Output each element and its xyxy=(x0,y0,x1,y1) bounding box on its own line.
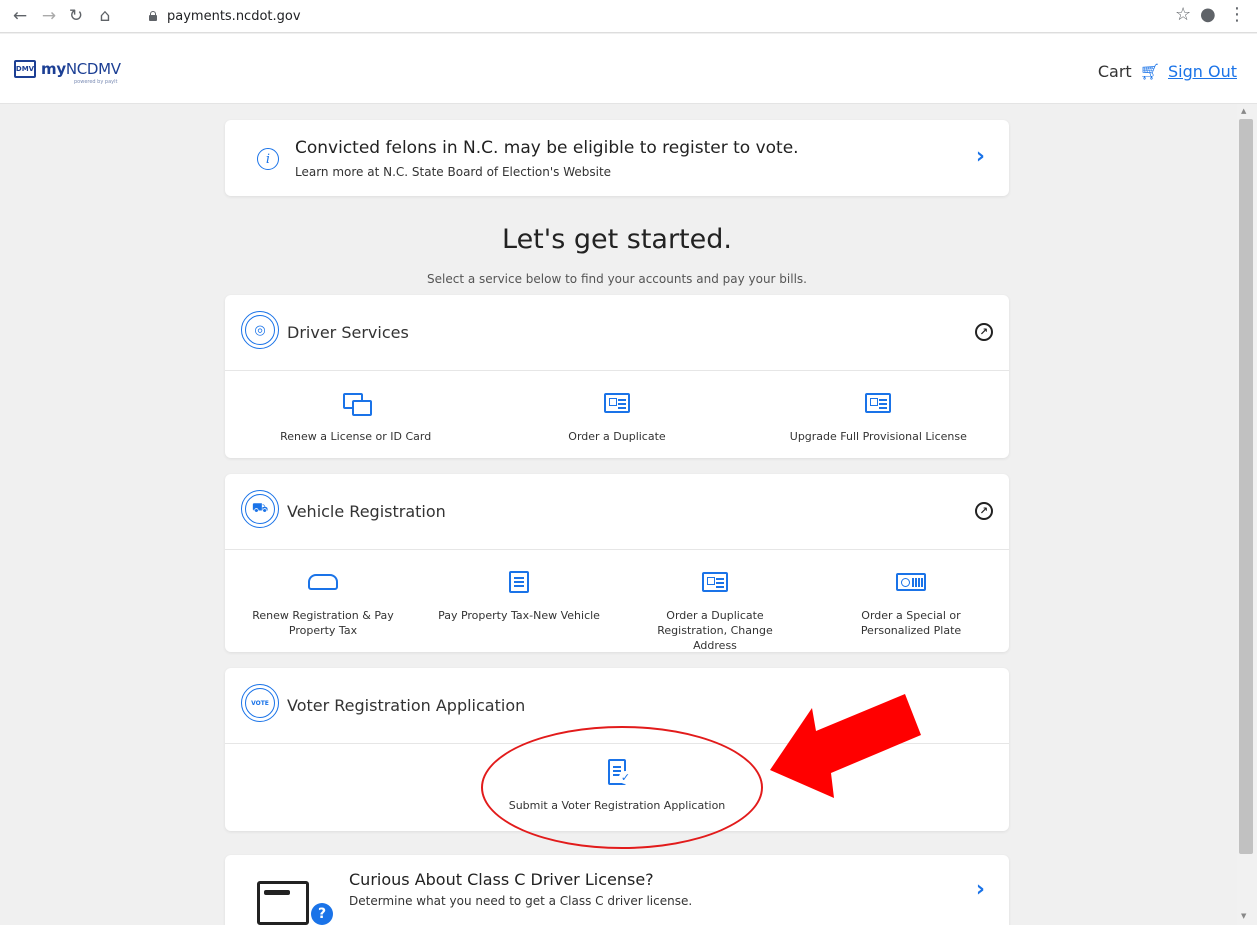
site-header: DMV myNCDMV powered by paylt Cart 🛒︎ Sig… xyxy=(0,34,1257,104)
license-plate-icon xyxy=(896,573,926,591)
car-icon: ⛟ xyxy=(241,490,279,528)
page-title: Let's get started. xyxy=(502,224,732,255)
service-label: Order a Special or Personalized Plate xyxy=(860,609,962,637)
service-property-tax[interactable]: Pay Property Tax-New Vehicle xyxy=(421,550,617,653)
logo-text: myNCDMV xyxy=(41,60,121,78)
section-title: Voter Registration Application xyxy=(287,696,526,715)
steering-wheel-icon: ◎ xyxy=(241,311,279,349)
profile-icon[interactable]: ● xyxy=(1200,4,1216,25)
cart-link[interactable]: Cart xyxy=(1098,62,1132,81)
promo-subtitle: Determine what you need to get a Class C… xyxy=(349,894,693,908)
service-order-duplicate[interactable]: Order a Duplicate xyxy=(486,371,747,444)
lock-icon xyxy=(149,11,157,21)
back-icon[interactable]: ← xyxy=(8,4,32,28)
chevron-right-icon[interactable]: › xyxy=(976,877,985,902)
info-icon: i xyxy=(257,148,279,170)
vehicle-registration-header[interactable]: ⛟ Vehicle Registration ↗ xyxy=(225,474,1009,550)
url-text: payments.ncdot.gov xyxy=(167,8,301,24)
page-scrollbar[interactable]: ▲ ▼ xyxy=(1237,104,1257,925)
cart-icon[interactable]: 🛒︎ xyxy=(1140,62,1160,81)
annotation-arrow-icon xyxy=(770,694,921,798)
service-special-plate[interactable]: Order a Special or Personalized Plate xyxy=(813,550,1009,653)
service-label: Renew a License or ID Card xyxy=(280,430,432,443)
alert-title: Convicted felons in N.C. may be eligible… xyxy=(295,138,799,158)
service-label: Order a Duplicate Registration, Change A… xyxy=(657,609,773,652)
service-label: Renew Registration & Pay Property Tax xyxy=(252,609,394,637)
scroll-thumb[interactable] xyxy=(1239,119,1253,854)
service-upgrade-provisional[interactable]: Upgrade Full Provisional License xyxy=(748,371,1009,444)
browser-toolbar: ← → ↻ ⌂ payments.ncdot.gov ☆ ● ⋮ xyxy=(0,0,1257,33)
class-c-promo-card[interactable]: ? Curious About Class C Driver License? … xyxy=(225,855,1009,925)
car-icon xyxy=(308,574,338,590)
driver-services-header[interactable]: ◎ Driver Services ↗ xyxy=(225,295,1009,371)
reload-icon[interactable]: ↻ xyxy=(64,4,88,28)
dmv-badge: DMV xyxy=(14,60,36,78)
id-card-icon xyxy=(865,393,892,413)
address-bar[interactable]: payments.ncdot.gov xyxy=(133,3,1243,29)
page-subtitle: Select a service below to find your acco… xyxy=(427,272,807,286)
scroll-up-icon[interactable]: ▲ xyxy=(1241,107,1246,115)
id-card-icon xyxy=(702,572,728,592)
driver-services-card: ◎ Driver Services ↗ Renew a License or I… xyxy=(225,295,1009,458)
service-renew-license[interactable]: Renew a License or ID Card xyxy=(225,371,486,444)
vehicle-registration-card: ⛟ Vehicle Registration ↗ Renew Registrat… xyxy=(225,474,1009,652)
alert-subtitle: Learn more at N.C. State Board of Electi… xyxy=(295,165,612,179)
chat-icon xyxy=(342,393,372,416)
logo-subtitle: powered by paylt xyxy=(74,79,118,85)
promo-title: Curious About Class C Driver License? xyxy=(349,870,654,889)
scroll-down-icon[interactable]: ▼ xyxy=(1241,912,1246,920)
open-arrow-icon[interactable]: ↗ xyxy=(975,502,993,520)
chevron-right-icon[interactable]: › xyxy=(976,144,985,169)
service-duplicate-registration[interactable]: Order a Duplicate Registration, Change A… xyxy=(617,550,813,653)
service-label: Upgrade Full Provisional License xyxy=(789,430,967,443)
document-icon xyxy=(509,571,529,593)
section-title: Vehicle Registration xyxy=(287,502,446,521)
driver-license-icon xyxy=(257,881,309,925)
open-arrow-icon[interactable]: ↗ xyxy=(975,323,993,341)
service-label: Order a Duplicate xyxy=(568,430,666,443)
forward-icon[interactable]: → xyxy=(37,4,61,28)
mynCDMV-logo[interactable]: DMV myNCDMV powered by paylt xyxy=(14,60,121,85)
voter-eligibility-alert[interactable]: i Convicted felons in N.C. may be eligib… xyxy=(225,120,1009,196)
vote-badge-icon: VOTE xyxy=(241,684,279,722)
sign-out-link[interactable]: Sign Out xyxy=(1168,62,1237,81)
id-card-icon xyxy=(603,393,630,413)
menu-icon[interactable]: ⋮ xyxy=(1228,4,1246,25)
section-title: Driver Services xyxy=(287,323,409,342)
service-label: Pay Property Tax-New Vehicle xyxy=(438,609,600,622)
annotation-circle xyxy=(481,726,763,849)
bookmark-star-icon[interactable]: ☆ xyxy=(1175,4,1191,25)
service-renew-registration[interactable]: Renew Registration & Pay Property Tax xyxy=(225,550,421,653)
header-actions: Cart 🛒︎ Sign Out xyxy=(1098,62,1237,81)
question-icon: ? xyxy=(311,903,333,925)
home-icon[interactable]: ⌂ xyxy=(93,4,117,28)
